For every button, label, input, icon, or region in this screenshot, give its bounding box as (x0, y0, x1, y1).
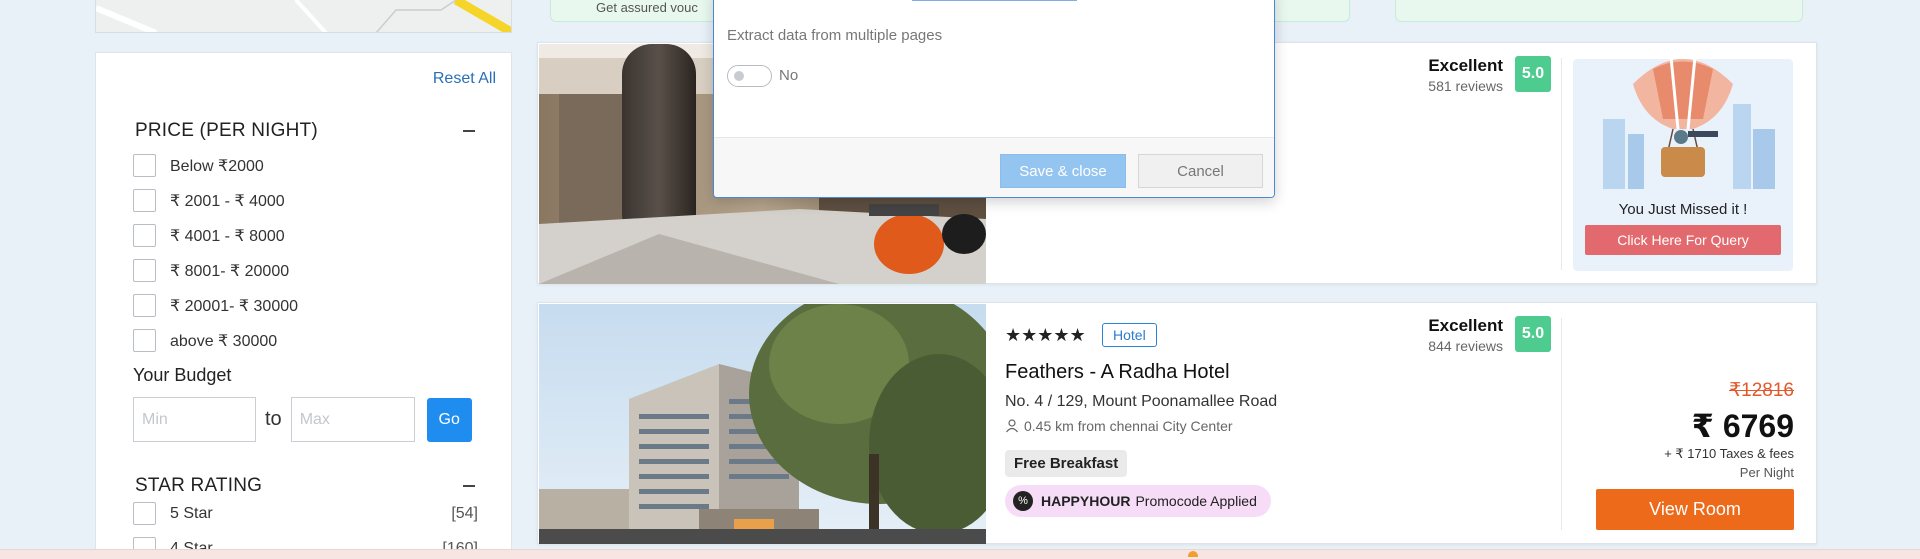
checkbox[interactable] (133, 154, 156, 177)
budget-title: Your Budget (133, 365, 232, 385)
promo-badge: % HAPPYHOUR Promocode Applied (1005, 485, 1271, 517)
rating-label: Excellent (1428, 56, 1503, 75)
missed-deal-box: You Just Missed it ! Click Here For Quer… (1573, 59, 1793, 271)
filter-sidebar: Reset All PRICE (PER NIGHT) Below ₹2000 … (95, 52, 512, 559)
budget-row: to Go (133, 397, 472, 442)
promo-text: Promocode Applied (1135, 493, 1257, 509)
budget-max-input[interactable] (290, 397, 415, 442)
checkbox[interactable] (133, 329, 156, 352)
budget-min-input[interactable] (133, 397, 256, 442)
checkbox[interactable] (133, 259, 156, 282)
toggle-knob (734, 71, 744, 81)
notification-indicator[interactable] (1188, 551, 1198, 557)
price-option[interactable]: ₹ 4001 - ₹ 8000 (133, 218, 298, 253)
rating-box: Excellent 581 reviews 5.0 (1428, 56, 1551, 94)
price-option[interactable]: above ₹ 30000 (133, 323, 298, 358)
price-section-header[interactable]: PRICE (PER NIGHT) (135, 120, 475, 142)
reset-all-link[interactable]: Reset All (433, 70, 496, 88)
rating-score-badge: 5.0 (1515, 316, 1551, 352)
checkbox[interactable] (133, 502, 156, 525)
collapse-icon[interactable] (463, 130, 475, 132)
dialog-top-field (912, 0, 1077, 1)
rating-score-badge: 5.0 (1515, 56, 1551, 92)
distance-text: 0.45 km from chennai City Center (1024, 418, 1233, 434)
save-close-button[interactable]: Save & close (1000, 154, 1126, 188)
hotel-distance: 0.45 km from chennai City Center (1005, 418, 1233, 434)
dialog-footer: Save & close Cancel (714, 137, 1274, 197)
info-banner (1395, 0, 1803, 22)
divider (1561, 318, 1562, 530)
price-options: Below ₹2000 ₹ 2001 - ₹ 4000 ₹ 4001 - ₹ 8… (133, 148, 298, 358)
rating-box: Excellent 844 reviews 5.0 (1428, 316, 1551, 354)
price-section-title: PRICE (PER NIGHT) (135, 120, 318, 141)
assured-voucher-text: Get assured vouc (596, 0, 698, 15)
taxes-fees: + ₹ 1710 Taxes & fees (1664, 446, 1794, 461)
bottom-notification-bar (0, 549, 1920, 559)
price-option[interactable]: ₹ 20001- ₹ 30000 (133, 288, 298, 323)
hotel-photo[interactable] (539, 304, 986, 544)
budget-to-label: to (265, 408, 282, 430)
hotel-address: No. 4 / 129, Mount Poonamallee Road (1005, 393, 1278, 410)
map-preview[interactable] (95, 0, 512, 33)
property-type-badge: Hotel (1102, 323, 1157, 347)
checkbox[interactable] (133, 294, 156, 317)
promo-code: HAPPYHOUR (1041, 493, 1131, 509)
query-button[interactable]: Click Here For Query (1585, 225, 1781, 255)
discount-icon: % (1013, 491, 1033, 511)
original-price: ₹12816 (1729, 380, 1794, 401)
price-option[interactable]: ₹ 8001- ₹ 20000 (133, 253, 298, 288)
toggle-state-label: No (779, 67, 799, 84)
per-night-label: Per Night (1739, 465, 1794, 480)
review-count[interactable]: 844 reviews (1428, 338, 1503, 354)
view-room-button[interactable]: View Room (1596, 489, 1794, 530)
star-rating: ★★★★★ (1005, 325, 1086, 345)
star-option[interactable]: 5 Star [54] (133, 496, 478, 531)
missed-text: You Just Missed it ! (1618, 201, 1748, 218)
price-option[interactable]: Below ₹2000 (133, 148, 298, 183)
extract-settings-dialog: Extract data from multiple pages No Save… (713, 0, 1275, 198)
star-section-title: STAR RATING (135, 475, 263, 496)
budget-go-button[interactable]: Go (426, 397, 472, 442)
hotel-name[interactable]: Feathers - A Radha Hotel (1005, 361, 1230, 384)
checkbox[interactable] (133, 224, 156, 247)
free-breakfast-badge: Free Breakfast (1005, 450, 1128, 477)
discounted-price: ₹ 6769 (1691, 408, 1794, 444)
review-count[interactable]: 581 reviews (1428, 78, 1503, 94)
divider (1561, 58, 1562, 270)
multi-page-toggle[interactable] (727, 65, 772, 87)
price-option[interactable]: ₹ 2001 - ₹ 4000 (133, 183, 298, 218)
hotel-card[interactable]: ★★★★★ Hotel Feathers - A Radha Hotel No.… (537, 302, 1817, 544)
collapse-icon[interactable] (463, 485, 475, 487)
checkbox[interactable] (133, 189, 156, 212)
star-section-header[interactable]: STAR RATING (135, 475, 475, 497)
rating-label: Excellent (1428, 316, 1503, 335)
balloon-illustration (1603, 59, 1775, 189)
multi-page-label: Extract data from multiple pages (727, 27, 943, 44)
cancel-button[interactable]: Cancel (1138, 154, 1263, 188)
person-icon (1006, 419, 1018, 433)
